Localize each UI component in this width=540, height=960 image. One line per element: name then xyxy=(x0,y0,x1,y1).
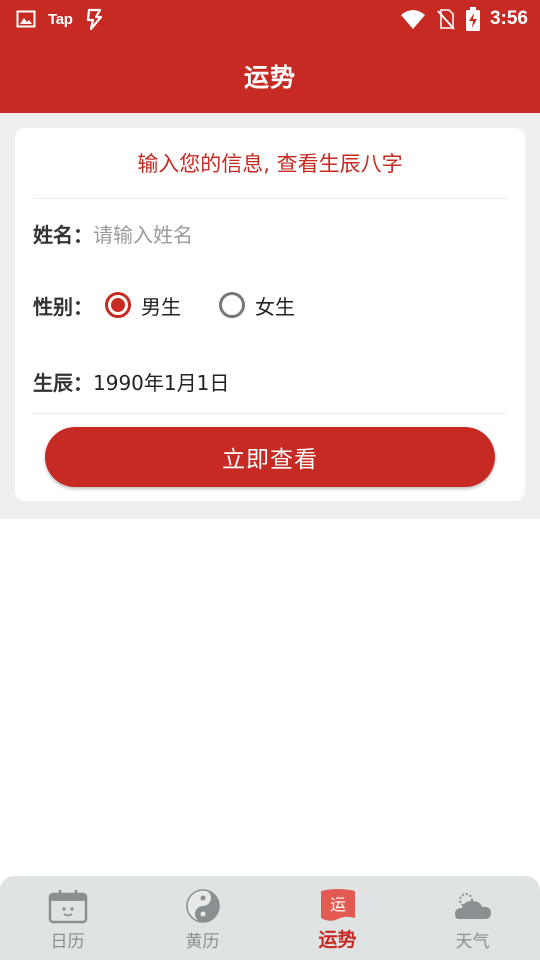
divider xyxy=(33,413,507,414)
content-area: 输入您的信息, 查看生辰八字 姓名： 请输入姓名 性别： 男生 女生 生辰： 1… xyxy=(0,113,540,519)
status-bar-right: 3:56 xyxy=(400,7,528,31)
nav-item-almanac[interactable]: 黄历 xyxy=(135,876,270,960)
bazi-form-card: 输入您的信息, 查看生辰八字 姓名： 请输入姓名 性别： 男生 女生 生辰： 1… xyxy=(15,128,525,501)
gender-row: 性别： 男生 女生 xyxy=(33,288,507,322)
name-row: 姓名： 请输入姓名 xyxy=(33,216,507,250)
nav-label: 天气 xyxy=(455,932,490,952)
nav-label: 黄历 xyxy=(185,932,220,952)
radio-checked-icon xyxy=(105,292,131,318)
form-heading: 输入您的信息, 查看生辰八字 xyxy=(33,128,507,199)
birth-row[interactable]: 生辰： 1990年1月1日 xyxy=(33,364,507,398)
bottom-nav: 日历 黄历 运 运势 天气 xyxy=(0,876,540,960)
status-time: 3:56 xyxy=(489,8,528,29)
radio-unchecked-icon xyxy=(219,292,245,318)
image-notification-icon xyxy=(16,10,36,28)
name-label: 姓名： xyxy=(33,222,93,247)
app-bar: 运势 xyxy=(0,38,540,113)
page-title: 运势 xyxy=(243,62,296,92)
nav-label: 日历 xyxy=(50,932,85,952)
status-bar: Tap 3:56 xyxy=(0,0,540,38)
gender-radio-female[interactable]: 女生 xyxy=(219,291,295,320)
status-bar-left: Tap xyxy=(16,8,103,30)
no-sim-icon xyxy=(437,9,455,30)
weather-cloud-icon xyxy=(454,893,491,919)
birth-date-value[interactable]: 1990年1月1日 xyxy=(93,367,229,396)
gender-option-label: 男生 xyxy=(141,294,181,319)
app-notification-icon xyxy=(86,8,102,30)
wifi-icon xyxy=(400,10,425,29)
nav-item-fortune[interactable]: 运 运势 xyxy=(270,876,405,960)
gender-radio-male[interactable]: 男生 xyxy=(105,291,181,320)
tap-notification-label: Tap xyxy=(48,10,73,28)
fortune-flag-icon: 运 xyxy=(320,889,355,921)
nav-label: 运势 xyxy=(318,929,357,951)
battery-charging-icon xyxy=(465,7,480,31)
nav-item-weather[interactable]: 天气 xyxy=(405,876,540,960)
calendar-icon xyxy=(48,890,87,924)
fortune-flag-text: 运 xyxy=(329,895,345,914)
name-input[interactable]: 请输入姓名 xyxy=(93,219,193,248)
view-now-button[interactable]: 立即查看 xyxy=(45,427,495,487)
nav-item-calendar[interactable]: 日历 xyxy=(0,876,135,960)
yin-yang-icon xyxy=(185,889,220,923)
gender-option-label: 女生 xyxy=(255,294,295,319)
form-heading-text: 输入您的信息, 查看生辰八字 xyxy=(137,152,403,176)
gender-label: 性别： xyxy=(33,294,93,319)
birth-label: 生辰： xyxy=(33,370,93,395)
